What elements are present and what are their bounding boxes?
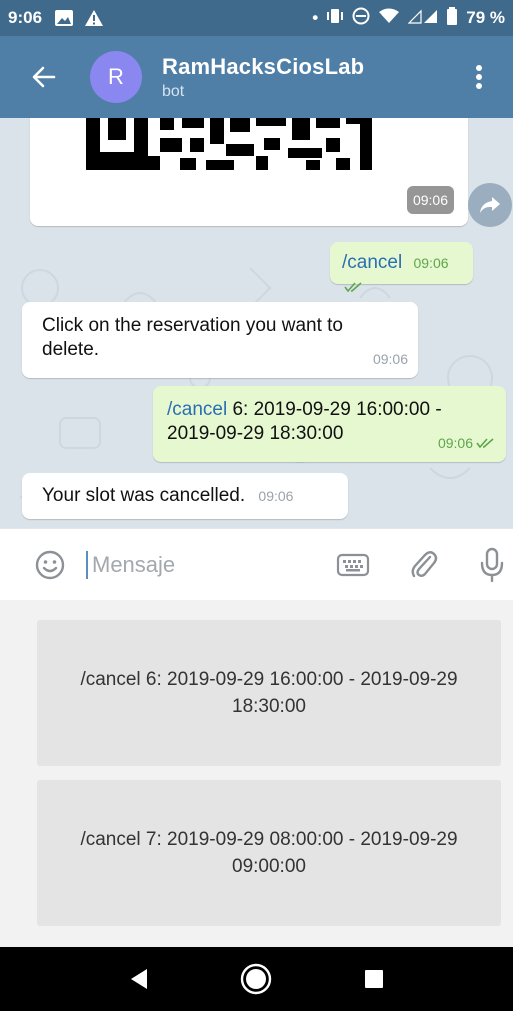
nav-back-button[interactable] [115,955,163,1003]
battery-icon [446,6,458,30]
do-not-disturb-icon [352,7,370,30]
wifi-icon [378,8,400,29]
incoming-message[interactable]: Click on the reservation you want to del… [22,302,418,378]
avatar[interactable]: R [90,51,142,103]
message-time: 09:06 [258,488,294,504]
image-notification-icon [54,9,74,27]
nav-recents-button[interactable] [350,955,398,1003]
keyboard-button-cancel-6[interactable]: /cancel 6: 2019-09-29 16:00:00 - 2019-09… [37,620,501,766]
bot-keyboard: /cancel 6: 2019-09-29 16:00:00 - 2019-09… [0,600,513,947]
double-check-icon [344,276,362,297]
command-link[interactable]: /cancel [342,252,402,273]
message-input-bar [0,528,513,601]
microphone-icon [480,547,504,583]
circle-home-icon [241,963,272,995]
dot-icon: • [312,8,319,27]
attach-button[interactable] [410,548,438,582]
message-time: 09:06 [437,435,473,451]
text-cursor [86,551,88,579]
qr-code-message[interactable]: 09:06 [30,118,468,226]
back-button[interactable] [16,49,72,105]
signal-icon [407,8,438,29]
nav-home-button[interactable] [232,955,280,1003]
warning-icon [84,9,104,27]
message-text: Your slot was cancelled. [42,485,246,506]
avatar-letter: R [108,64,124,89]
message-input[interactable] [90,551,294,579]
incoming-message[interactable]: Your slot was cancelled. 09:06 [22,473,348,519]
paperclip-icon [411,551,438,578]
message-time: 09:06 [406,186,454,214]
more-vertical-icon [476,65,482,89]
mic-button[interactable] [480,547,504,583]
outgoing-message[interactable]: /cancel 6: 2019-09-29 16:00:00 - 2019-09… [153,386,506,462]
share-button[interactable] [468,183,512,227]
message-text: Click on the reservation you want to del… [42,315,343,360]
chat-title-block[interactable]: RamHacksCiosLab bot [162,54,364,101]
keyboard-icon [336,553,370,577]
navigation-bar [0,947,513,1011]
square-recents-icon [365,970,384,988]
smiley-icon [35,550,65,580]
chat-header: R RamHacksCiosLab bot [0,36,513,118]
outgoing-message[interactable]: /cancel 09:06 [330,242,473,293]
forward-icon [480,197,500,213]
message-time: 09:06 [413,255,449,271]
vibrate-icon [326,8,344,29]
keyboard-button[interactable] [336,553,370,577]
menu-button[interactable] [463,53,495,101]
status-time: 9:06 [8,8,43,27]
battery-percent: 79 % [466,8,505,27]
triangle-back-icon [130,969,147,989]
qr-code-image [86,118,372,170]
chat-subtitle: bot [162,82,185,100]
arrow-left-icon [32,66,56,88]
message-time: 09:06 [372,351,408,367]
command-link[interactable]: /cancel [167,399,227,420]
double-check-icon [476,431,494,455]
chat-title: RamHacksCiosLab [162,53,365,79]
chat-area[interactable]: 09:06 /cancel 09:06 Click on the reserva… [0,118,513,528]
emoji-button[interactable] [34,549,66,581]
status-bar: 9:06 • 79 % [0,0,513,36]
keyboard-button-cancel-7[interactable]: /cancel 7: 2019-09-29 08:00:00 - 2019-09… [37,780,501,926]
